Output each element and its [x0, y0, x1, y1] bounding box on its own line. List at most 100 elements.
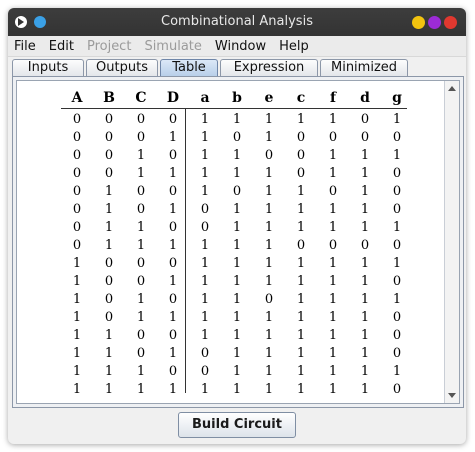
table-cell[interactable]: 1 [227, 148, 247, 163]
table-cell[interactable]: 1 [387, 112, 407, 127]
table-cell[interactable]: 0 [387, 310, 407, 325]
table-cell[interactable]: 1 [291, 364, 311, 379]
table-cell[interactable]: 1 [259, 112, 279, 127]
table-cell[interactable]: 1 [323, 364, 343, 379]
table-cell[interactable]: 1 [259, 382, 279, 397]
table-cell[interactable]: 0 [291, 166, 311, 181]
table-cell[interactable]: 1 [355, 364, 375, 379]
table-cell[interactable]: 1 [259, 184, 279, 199]
table-cell[interactable]: 1 [355, 256, 375, 271]
table-cell[interactable]: 1 [387, 148, 407, 163]
tab-table[interactable]: Table [160, 59, 218, 76]
truth-table[interactable]: ABCDabecfdg00001111101000110100000010110… [17, 81, 445, 403]
table-cell[interactable]: 1 [355, 166, 375, 181]
table-cell[interactable]: 1 [355, 292, 375, 307]
table-cell[interactable]: 1 [227, 166, 247, 181]
table-cell[interactable]: 1 [355, 148, 375, 163]
table-cell[interactable]: 1 [195, 274, 215, 289]
table-cell[interactable]: 0 [259, 148, 279, 163]
table-cell[interactable]: 0 [323, 130, 343, 145]
table-cell[interactable]: 0 [291, 130, 311, 145]
table-cell[interactable]: 1 [195, 166, 215, 181]
tab-outputs[interactable]: Outputs [86, 59, 158, 76]
table-cell[interactable]: 1 [259, 202, 279, 217]
table-cell[interactable]: 0 [195, 346, 215, 361]
table-cell[interactable]: 1 [227, 256, 247, 271]
table-cell[interactable]: 1 [195, 382, 215, 397]
table-cell[interactable]: 1 [195, 238, 215, 253]
table-cell[interactable]: 0 [387, 202, 407, 217]
table-cell[interactable]: 1 [355, 202, 375, 217]
table-cell[interactable]: 1 [323, 310, 343, 325]
close-button[interactable] [444, 16, 457, 29]
table-cell[interactable]: 1 [291, 346, 311, 361]
table-cell[interactable]: 1 [323, 112, 343, 127]
table-cell[interactable]: 1 [227, 202, 247, 217]
table-cell[interactable]: 1 [291, 328, 311, 343]
table-cell[interactable]: 0 [195, 220, 215, 235]
table-cell[interactable]: 1 [355, 310, 375, 325]
table-cell[interactable]: 1 [323, 346, 343, 361]
scroll-up-icon[interactable] [448, 86, 456, 91]
table-cell[interactable]: 1 [195, 130, 215, 145]
table-cell[interactable]: 1 [323, 256, 343, 271]
table-cell[interactable]: 1 [227, 310, 247, 325]
table-cell[interactable]: 1 [259, 328, 279, 343]
table-cell[interactable]: 1 [355, 346, 375, 361]
table-cell[interactable]: 1 [323, 166, 343, 181]
menu-edit[interactable]: Edit [49, 39, 74, 54]
table-cell[interactable]: 1 [227, 328, 247, 343]
table-cell[interactable]: 1 [227, 274, 247, 289]
table-cell[interactable]: 1 [259, 346, 279, 361]
vertical-scrollbar[interactable] [444, 81, 459, 403]
menu-project[interactable]: Project [87, 39, 131, 54]
menu-window[interactable]: Window [215, 39, 266, 54]
table-cell[interactable]: 1 [291, 274, 311, 289]
table-cell[interactable]: 0 [355, 238, 375, 253]
table-cell[interactable]: 1 [259, 238, 279, 253]
table-cell[interactable]: 1 [291, 382, 311, 397]
table-cell[interactable]: 1 [291, 256, 311, 271]
tab-inputs[interactable]: Inputs [12, 59, 84, 76]
table-cell[interactable]: 1 [387, 364, 407, 379]
menu-simulate[interactable]: Simulate [144, 39, 201, 54]
table-cell[interactable]: 1 [259, 130, 279, 145]
table-cell[interactable]: 1 [291, 184, 311, 199]
table-cell[interactable]: 0 [387, 130, 407, 145]
table-cell[interactable]: 1 [323, 274, 343, 289]
table-cell[interactable]: 1 [387, 256, 407, 271]
table-cell[interactable]: 0 [259, 292, 279, 307]
table-cell[interactable]: 1 [259, 364, 279, 379]
table-cell[interactable]: 1 [355, 184, 375, 199]
table-cell[interactable]: 0 [355, 112, 375, 127]
table-cell[interactable]: 1 [227, 112, 247, 127]
table-cell[interactable]: 1 [291, 310, 311, 325]
table-cell[interactable]: 1 [323, 328, 343, 343]
tab-minimized[interactable]: Minimized [320, 59, 408, 76]
table-cell[interactable]: 1 [259, 166, 279, 181]
table-cell[interactable]: 0 [323, 238, 343, 253]
table-cell[interactable]: 1 [323, 202, 343, 217]
table-cell[interactable]: 1 [195, 112, 215, 127]
table-cell[interactable]: 0 [387, 274, 407, 289]
tab-expression[interactable]: Expression [220, 59, 318, 76]
menu-help[interactable]: Help [279, 39, 309, 54]
table-cell[interactable]: 1 [195, 148, 215, 163]
table-cell[interactable]: 1 [259, 274, 279, 289]
table-cell[interactable]: 0 [227, 184, 247, 199]
table-cell[interactable]: 1 [227, 238, 247, 253]
minimize-button[interactable] [412, 16, 425, 29]
table-cell[interactable]: 0 [355, 130, 375, 145]
table-cell[interactable]: 1 [323, 148, 343, 163]
table-cell[interactable]: 1 [227, 382, 247, 397]
table-cell[interactable]: 1 [291, 112, 311, 127]
table-cell[interactable]: 1 [291, 220, 311, 235]
table-cell[interactable]: 1 [227, 292, 247, 307]
table-cell[interactable]: 1 [227, 364, 247, 379]
table-cell[interactable]: 1 [323, 292, 343, 307]
table-cell[interactable]: 0 [195, 202, 215, 217]
table-cell[interactable]: 1 [291, 202, 311, 217]
table-cell[interactable]: 0 [323, 184, 343, 199]
table-cell[interactable]: 1 [195, 256, 215, 271]
table-cell[interactable]: 1 [291, 292, 311, 307]
